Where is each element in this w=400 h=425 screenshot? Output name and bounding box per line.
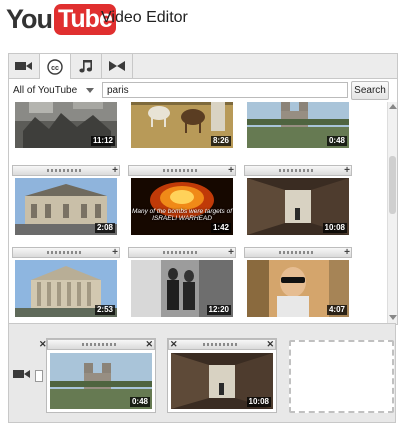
tab-video[interactable] bbox=[9, 54, 40, 78]
clip-duration: 2:53 bbox=[94, 305, 115, 315]
svg-text:cc: cc bbox=[51, 64, 59, 71]
page-title: Video Editor bbox=[101, 9, 188, 26]
clip-thumbnail: 2:53 bbox=[15, 260, 117, 317]
remove-clip-button[interactable]: ✕ bbox=[170, 339, 178, 350]
clip-duration: 4:07 bbox=[326, 305, 347, 315]
timeline-clip[interactable]: ✕ ✕ 10:08 bbox=[167, 338, 277, 413]
clip-drag-handle[interactable]: + bbox=[12, 247, 120, 258]
cc-icon: cc bbox=[47, 58, 63, 75]
tab-audio[interactable] bbox=[71, 54, 102, 78]
timeline-panel: ✕ ✕ 0:48 ✕ ✕ 10:08 bbox=[8, 323, 396, 423]
clip-thumbnail: 10:08 bbox=[171, 353, 273, 409]
results-grid: 11:12 8:26 0:48 + 2:08 + Many of the bom… bbox=[9, 102, 387, 324]
grip-icon bbox=[47, 251, 83, 254]
video-track-icon bbox=[13, 370, 30, 378]
add-clip-button[interactable]: + bbox=[228, 165, 234, 176]
clip-duration: 10:08 bbox=[246, 397, 271, 407]
clip-drag-handle[interactable]: + bbox=[128, 247, 236, 258]
grip-icon bbox=[163, 169, 199, 172]
clip-drag-handle[interactable]: ✕ ✕ bbox=[168, 339, 276, 350]
add-clip-button[interactable]: + bbox=[112, 247, 118, 258]
clip-drag-handle[interactable]: + bbox=[128, 165, 236, 176]
clip-thumbnail: 4:07 bbox=[247, 260, 349, 317]
grip-icon bbox=[163, 251, 199, 254]
grip-icon bbox=[279, 169, 315, 172]
tab-transitions[interactable] bbox=[102, 54, 133, 78]
scroll-up-icon[interactable] bbox=[389, 104, 397, 109]
search-row: All of YouTube Search bbox=[9, 79, 397, 102]
grip-icon bbox=[203, 343, 239, 346]
clip-duration: 0:48 bbox=[129, 397, 150, 407]
scroll-down-icon[interactable] bbox=[389, 315, 397, 320]
clip-thumbnail: 11:12 bbox=[15, 102, 117, 148]
video-camera-icon bbox=[15, 62, 32, 70]
tab-captions[interactable]: cc bbox=[40, 54, 71, 79]
grip-icon bbox=[279, 251, 315, 254]
clip-thumbnail: 0:48 bbox=[247, 102, 349, 148]
clip-duration: 10:08 bbox=[322, 223, 347, 233]
clip-duration: 11:12 bbox=[90, 136, 115, 146]
add-clip-button[interactable]: + bbox=[112, 165, 118, 176]
clip-duration: 8:26 bbox=[210, 136, 231, 146]
search-scope-select[interactable]: All of YouTube bbox=[13, 82, 101, 99]
clip-caption: Many of the bombs were targets of ISRAEL… bbox=[131, 208, 233, 222]
grip-icon bbox=[47, 169, 83, 172]
clip-duration: 1:42 bbox=[210, 223, 231, 233]
clip-drag-handle[interactable]: + bbox=[244, 165, 352, 176]
youtube-logo[interactable]: You Tube bbox=[6, 3, 116, 35]
search-button[interactable]: Search bbox=[351, 81, 389, 100]
remove-clip-button[interactable]: ✕ bbox=[39, 339, 47, 350]
music-note-icon bbox=[79, 60, 92, 73]
add-clip-button[interactable]: + bbox=[344, 247, 350, 258]
add-clip-button[interactable]: + bbox=[344, 165, 350, 176]
timeline-start-marker bbox=[35, 370, 43, 382]
logo-you-text: You bbox=[6, 3, 53, 34]
clip-duration: 2:08 bbox=[94, 223, 115, 233]
clip-duration: 0:48 bbox=[326, 136, 347, 146]
results-scrollbar[interactable] bbox=[387, 102, 397, 324]
clip-thumbnail: Many of the bombs were targets of ISRAEL… bbox=[131, 178, 233, 235]
scroll-thumb[interactable] bbox=[389, 156, 396, 214]
add-clip-button[interactable]: + bbox=[228, 247, 234, 258]
search-scope-label: All of YouTube bbox=[13, 85, 78, 96]
close-icon[interactable]: ✕ bbox=[145, 339, 153, 350]
clip-thumbnail: 12:20 bbox=[131, 260, 233, 317]
clip-thumbnail: 2:08 bbox=[15, 178, 117, 235]
timeline-clip[interactable]: ✕ ✕ 0:48 bbox=[39, 338, 156, 413]
tab-bar: cc bbox=[9, 54, 397, 79]
grip-icon bbox=[82, 343, 118, 346]
chevron-down-icon bbox=[86, 88, 94, 93]
media-browser-panel: cc All of YouTube Search bbox=[8, 53, 398, 325]
clip-drag-handle[interactable]: ✕ ✕ bbox=[39, 339, 155, 350]
transition-icon bbox=[109, 61, 125, 71]
clip-thumbnail: 0:48 bbox=[50, 353, 152, 409]
clip-drag-handle[interactable]: + bbox=[244, 247, 352, 258]
timeline-drop-slot[interactable] bbox=[289, 340, 394, 413]
close-icon[interactable]: ✕ bbox=[266, 339, 274, 350]
clip-drag-handle[interactable]: + bbox=[12, 165, 120, 176]
clip-duration: 12:20 bbox=[206, 305, 231, 315]
clip-thumbnail: 10:08 bbox=[247, 178, 349, 235]
clip-thumbnail: 8:26 bbox=[131, 102, 233, 148]
search-input[interactable] bbox=[102, 82, 348, 98]
